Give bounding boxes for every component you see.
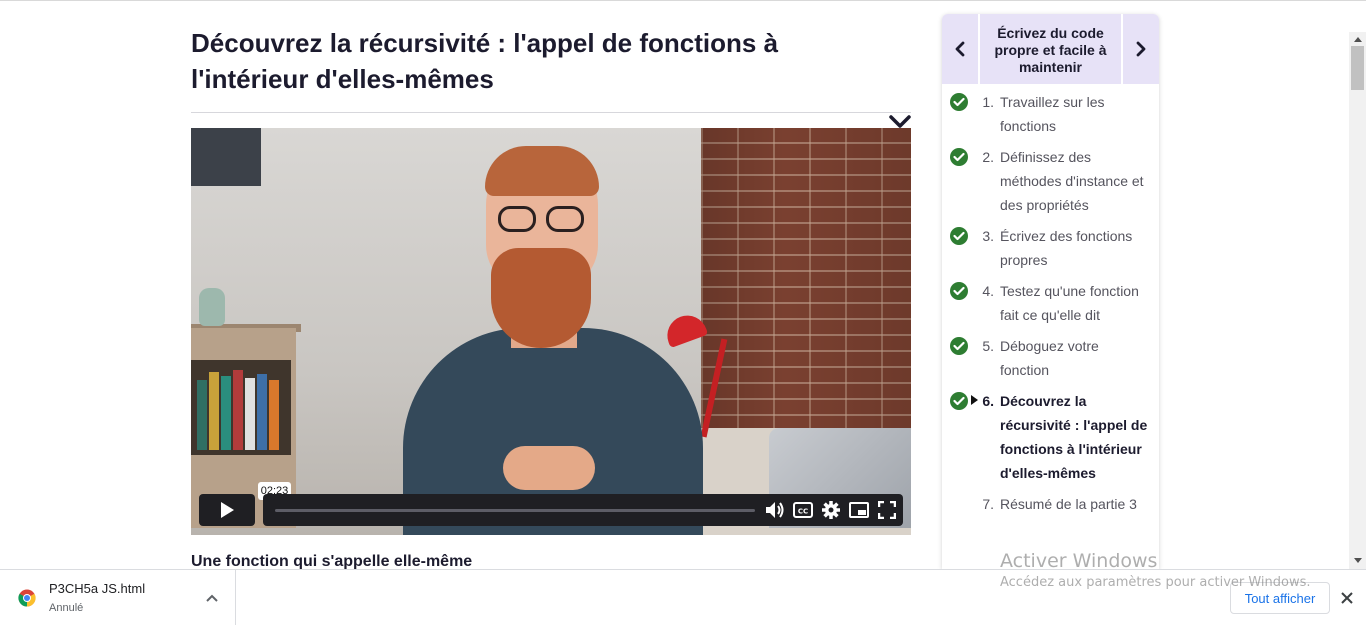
chapter-number: 5. (982, 338, 994, 354)
settings-button[interactable] (821, 500, 841, 520)
download-status: Annulé (49, 602, 84, 614)
chapter-label: Définissez des méthodes d'instance et de… (1000, 149, 1144, 213)
section-heading: Une fonction qui s'appelle elle-même (191, 553, 473, 569)
windows-watermark-title: Activer Windows (1000, 550, 1158, 572)
download-item[interactable]: P3CH5a JS.html Annulé (0, 570, 236, 625)
fullscreen-button[interactable] (877, 500, 897, 520)
chapter-item[interactable]: 4. Testez qu'une fonction fait ce qu'elle… (942, 277, 1159, 332)
chapter-number: 1. (982, 94, 994, 110)
chapter-list: 1. Travaillez sur les fonctions 2. Définiss… (942, 88, 1159, 521)
windows-watermark-subtitle: Accédez aux paramètres pour activer Wind… (1000, 575, 1311, 590)
chapter-number: 4. (982, 283, 994, 299)
scroll-down-button[interactable] (1349, 553, 1366, 567)
settings-icon (822, 501, 840, 519)
chapter-item[interactable]: 2. Définissez des méthodes d'instance et … (942, 143, 1159, 222)
picture-in-picture-icon (849, 502, 869, 518)
chevron-right-icon (1136, 41, 1146, 57)
page: Découvrez la récursivité : l'appel de fo… (0, 0, 1366, 625)
panel-title: Écrivez du code propre et facile à maint… (980, 14, 1121, 84)
check-circle-icon (950, 282, 968, 300)
fullscreen-icon (878, 501, 896, 519)
page-scrollbar[interactable] (1349, 32, 1366, 569)
chapter-label: Découvrez la récursivité : l'appel de fo… (1000, 393, 1148, 481)
next-chapter-button[interactable] (1123, 14, 1159, 84)
chapter-label: Travaillez sur les fonctions (1000, 94, 1105, 134)
chapter-item[interactable]: 5. Déboguez votre fonction (942, 332, 1159, 387)
video-wall-frame (191, 128, 261, 186)
chapter-label: Testez qu'une fonction fait ce qu'elle d… (1000, 283, 1139, 323)
main-content: Découvrez la récursivité : l'appel de fo… (191, 0, 911, 569)
play-button[interactable] (199, 494, 255, 526)
title-divider (191, 112, 911, 113)
chapter-label: Déboguez votre fonction (1000, 338, 1099, 378)
chapter-item[interactable]: 3. Écrivez des fonctions propres (942, 222, 1159, 277)
picture-in-picture-button[interactable] (849, 500, 869, 520)
chapter-label: Écrivez des fonctions propres (1000, 228, 1133, 268)
close-icon[interactable] (1339, 590, 1355, 606)
volume-icon (766, 502, 784, 518)
panel-header: Écrivez du code propre et facile à maint… (942, 14, 1159, 84)
chapter-number: 2. (982, 149, 994, 165)
chapter-item[interactable]: 6. Découvrez la récursivité : l'appel de … (942, 387, 1159, 490)
scroll-up-button[interactable] (1349, 32, 1366, 46)
page-title: Découvrez la récursivité : l'appel de fo… (191, 28, 779, 94)
video-control-bar: CC (263, 494, 903, 526)
captions-icon: CC (793, 502, 813, 518)
check-circle-icon (950, 93, 968, 111)
volume-button[interactable] (765, 500, 785, 520)
download-file-name: P3CH5a JS.html (49, 581, 146, 596)
scroll-up-arrow-icon (1353, 36, 1362, 42)
current-chapter-marker-icon (971, 395, 978, 405)
chapter-item[interactable]: 1. Travaillez sur les fonctions (942, 88, 1159, 143)
chapter-number: 3. (982, 228, 994, 244)
chapter-item[interactable]: 7. Résumé de la partie 3 (942, 490, 1159, 521)
course-outline-panel: Écrivez du code propre et facile à maint… (942, 14, 1159, 569)
check-circle-icon (950, 148, 968, 166)
chrome-file-icon (18, 589, 36, 607)
check-circle-icon (950, 392, 968, 410)
chevron-up-icon[interactable] (204, 592, 220, 604)
svg-text:CC: CC (798, 508, 808, 516)
previous-chapter-button[interactable] (942, 14, 978, 84)
chapter-number: 7. (982, 496, 994, 512)
chapter-label: Résumé de la partie 3 (1000, 496, 1137, 512)
play-icon (221, 502, 234, 518)
video-player[interactable]: 02:23 CC (191, 128, 911, 535)
video-progress-bar[interactable] (275, 509, 755, 512)
captions-button[interactable]: CC (793, 500, 813, 520)
check-circle-icon (950, 337, 968, 355)
check-circle-icon (950, 227, 968, 245)
video-plant (199, 288, 225, 326)
scroll-down-arrow-icon (1353, 557, 1362, 563)
chevron-left-icon (955, 41, 965, 57)
scrollbar-thumb[interactable] (1351, 46, 1364, 90)
